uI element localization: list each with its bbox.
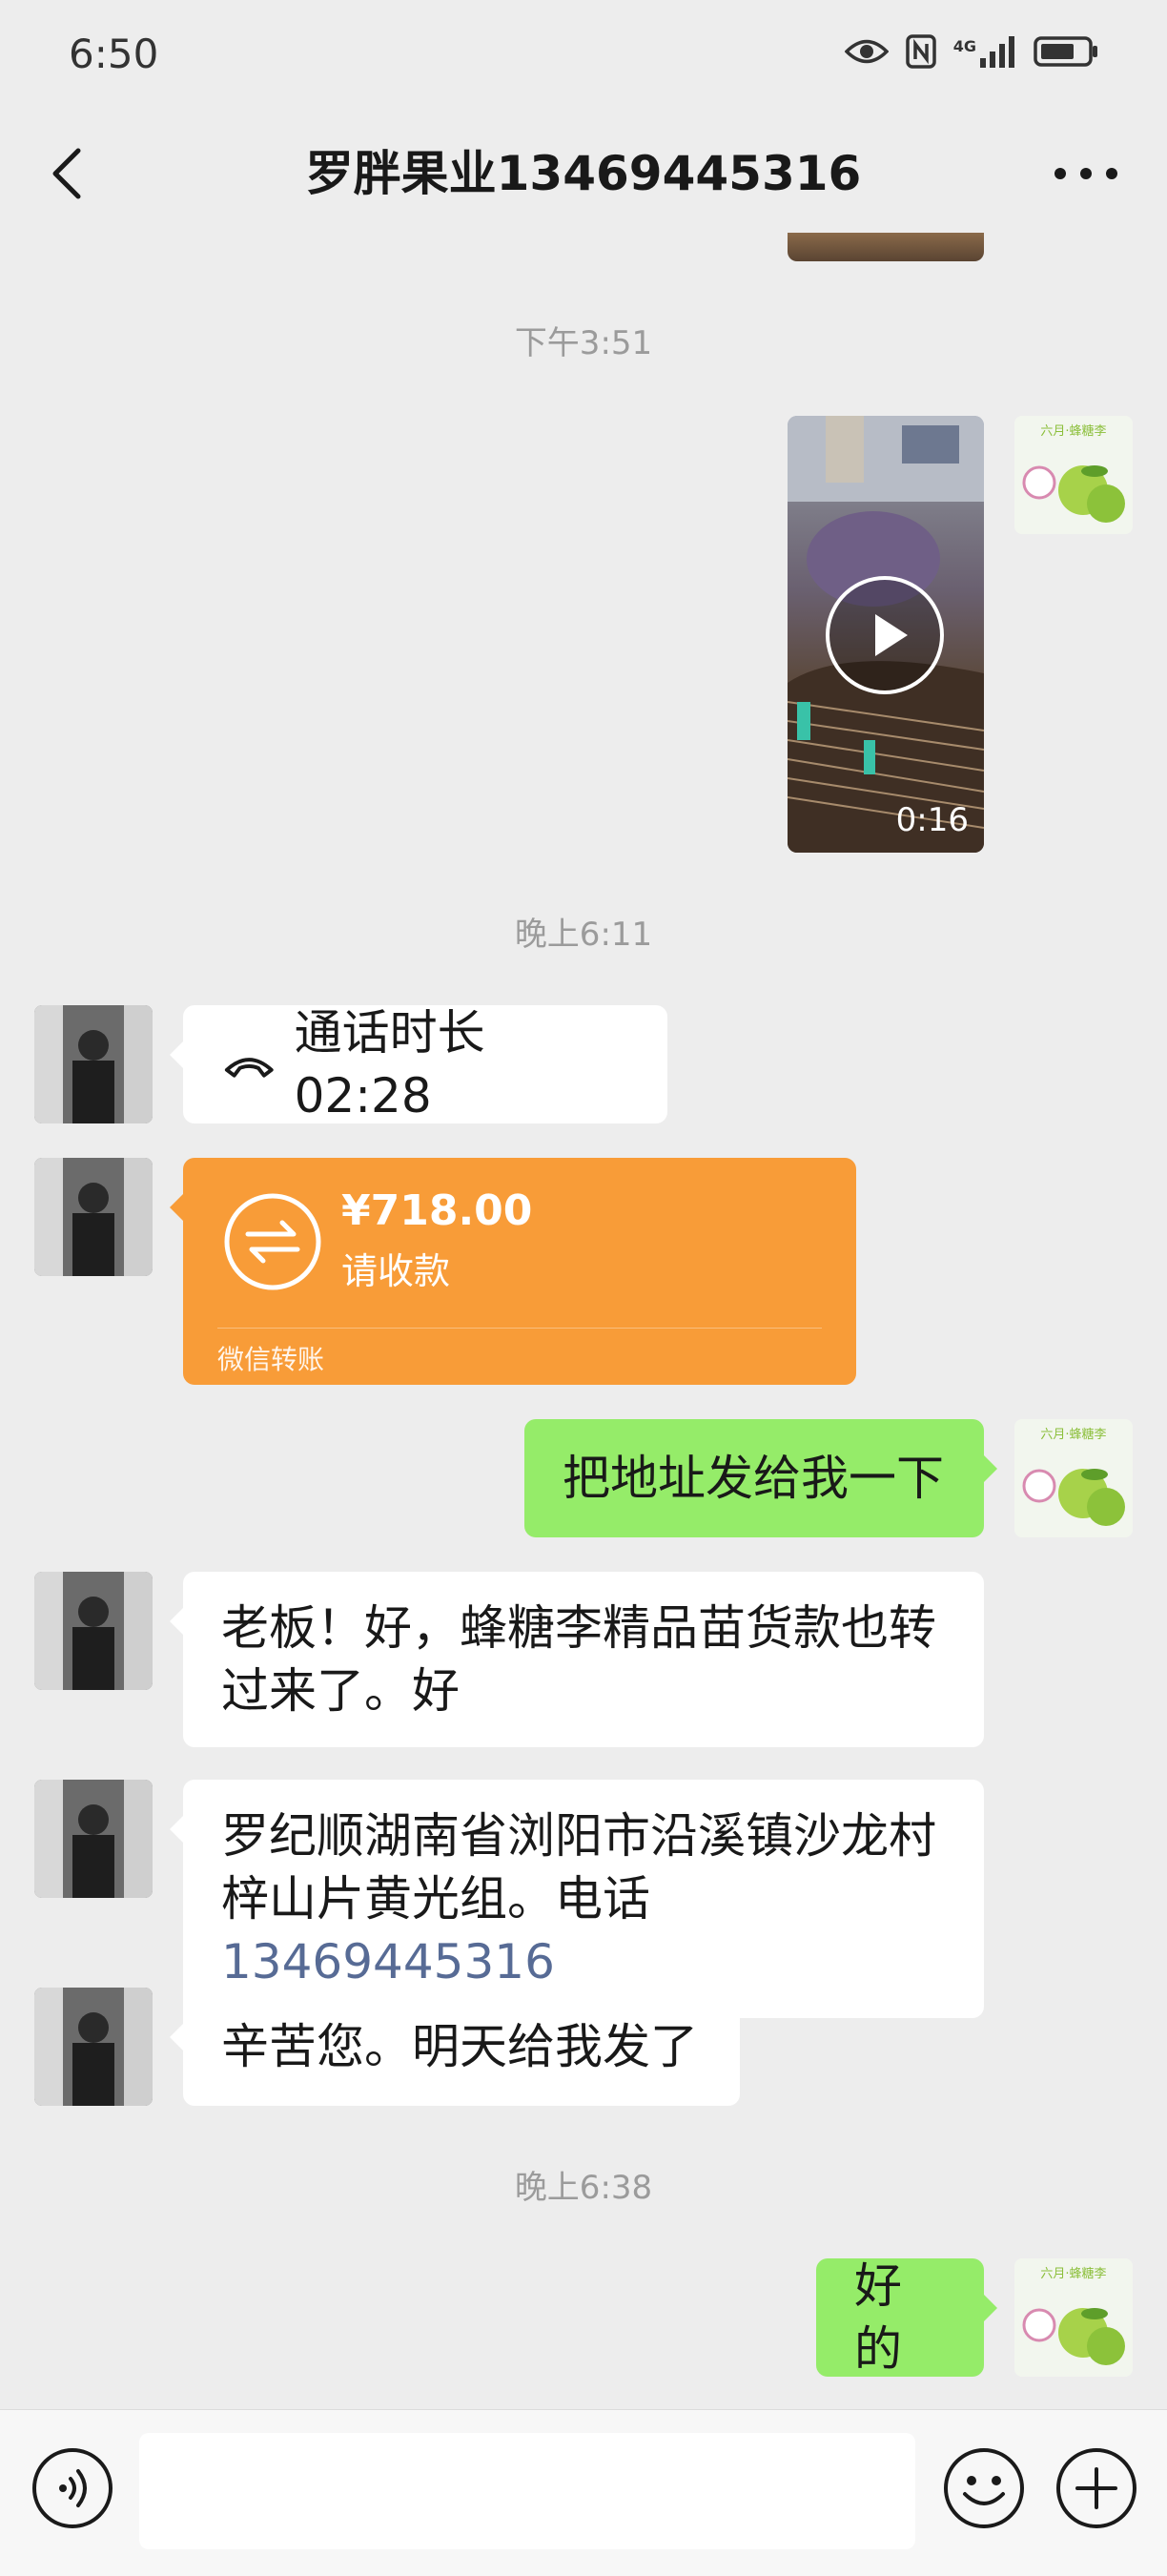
my-avatar[interactable]: 六月·蜂糖李: [1014, 2258, 1133, 2377]
more-options-button[interactable]: [1043, 135, 1129, 212]
previous-video-thumbnail[interactable]: [788, 233, 984, 261]
emoji-button[interactable]: [940, 2444, 1028, 2532]
message-text: 把地址发给我一下: [563, 1451, 944, 1506]
avatar-thumb-text: 六月·蜂糖李: [1040, 423, 1106, 439]
message-text: 老板！好，蜂糖李精品苗货款也转过来了。好: [221, 1600, 936, 1719]
video-message[interactable]: 0:16: [788, 416, 984, 853]
message-bubble-contact[interactable]: 罗纪顺湖南省浏阳市沿溪镇沙龙村梓山片黄光组。电话 13469445316: [170, 1780, 984, 2018]
contact-avatar-image: [34, 1988, 153, 2106]
input-bar: [0, 2409, 1167, 2576]
contact-avatar[interactable]: [34, 1158, 153, 1276]
status-bar: 6:50 4G: [0, 0, 1167, 114]
play-icon: [875, 614, 908, 656]
plus-button[interactable]: [1053, 2444, 1140, 2532]
contact-avatar[interactable]: [34, 1572, 153, 1690]
my-avatar[interactable]: 六月·蜂糖李: [1014, 416, 1133, 534]
message-text: 辛苦您。明天给我发了: [221, 2019, 698, 2074]
eye-icon: [844, 39, 889, 64]
my-avatar[interactable]: 六月·蜂糖李: [1014, 1419, 1133, 1537]
transfer-source: 微信转账: [217, 1344, 325, 1375]
contact-avatar-image: [34, 1780, 153, 1898]
fruit-avatar-image: 六月·蜂糖李: [1014, 1419, 1133, 1537]
more-icon: [1054, 168, 1117, 179]
contact-avatar-image: [34, 1005, 153, 1123]
network-type-label: 4G: [952, 37, 976, 55]
fruit-avatar-image: 六月·蜂糖李: [1014, 2258, 1133, 2377]
transfer-icon: [224, 1193, 321, 1290]
transfer-note: 请收款: [341, 1250, 451, 1292]
message-bubble-contact[interactable]: 老板！好，蜂糖李精品苗货款也转过来了。好: [170, 1572, 984, 1747]
nfc-icon: [905, 34, 936, 69]
chat-header: 罗胖果业13469445316: [0, 114, 1167, 233]
phone-icon: [224, 1058, 274, 1078]
message-text: 罗纪顺湖南省浏阳市沿溪镇沙龙村梓山片黄光组。电话: [221, 1808, 936, 1927]
plus-icon: [1056, 2448, 1136, 2528]
call-duration-text: 通话时长 02:28: [294, 1005, 485, 1123]
voice-icon: [32, 2448, 113, 2528]
battery-icon: [1034, 36, 1097, 67]
network-indicator: 4G: [953, 35, 1016, 68]
transfer-card[interactable]: ¥718.00 请收款 微信转账: [170, 1158, 856, 1385]
message-bubble-mine[interactable]: 把地址发给我一下: [524, 1419, 997, 1537]
signal-icon: [980, 36, 1014, 68]
contact-avatar-image: [34, 1572, 153, 1690]
emoji-icon: [944, 2448, 1024, 2528]
contact-avatar[interactable]: [34, 1988, 153, 2106]
message-text: 好的: [854, 2258, 902, 2377]
message-bubble-mine[interactable]: 好的: [816, 2258, 997, 2377]
avatar-thumb-text: 六月·蜂糖李: [1040, 2266, 1106, 2281]
phone-number-link[interactable]: 13469445316: [221, 1934, 555, 1989]
voice-button[interactable]: [29, 2444, 116, 2532]
video-duration: 0:16: [895, 801, 969, 839]
chat-title: 罗胖果业13469445316: [305, 146, 862, 201]
status-icons: 4G: [844, 34, 1100, 69]
avatar-thumb-text: 六月·蜂糖李: [1040, 1427, 1106, 1442]
timestamp: 晚上6:38: [514, 2169, 653, 2207]
contact-avatar-image: [34, 1158, 153, 1276]
timestamp: 晚上6:11: [514, 916, 653, 954]
message-bubble-contact[interactable]: 辛苦您。明天给我发了: [170, 1988, 740, 2106]
play-button[interactable]: [826, 576, 944, 694]
timestamp: 下午3:51: [514, 324, 653, 362]
transfer-amount: ¥718.00: [341, 1186, 533, 1235]
contact-avatar[interactable]: [34, 1005, 153, 1123]
status-time: 6:50: [69, 31, 159, 77]
call-record-bubble[interactable]: 通话时长 02:28: [170, 1005, 667, 1123]
transfer-divider: [217, 1328, 822, 1329]
fruit-avatar-image: 六月·蜂糖李: [1014, 416, 1133, 534]
message-input[interactable]: [139, 2433, 915, 2549]
contact-avatar[interactable]: [34, 1780, 153, 1898]
